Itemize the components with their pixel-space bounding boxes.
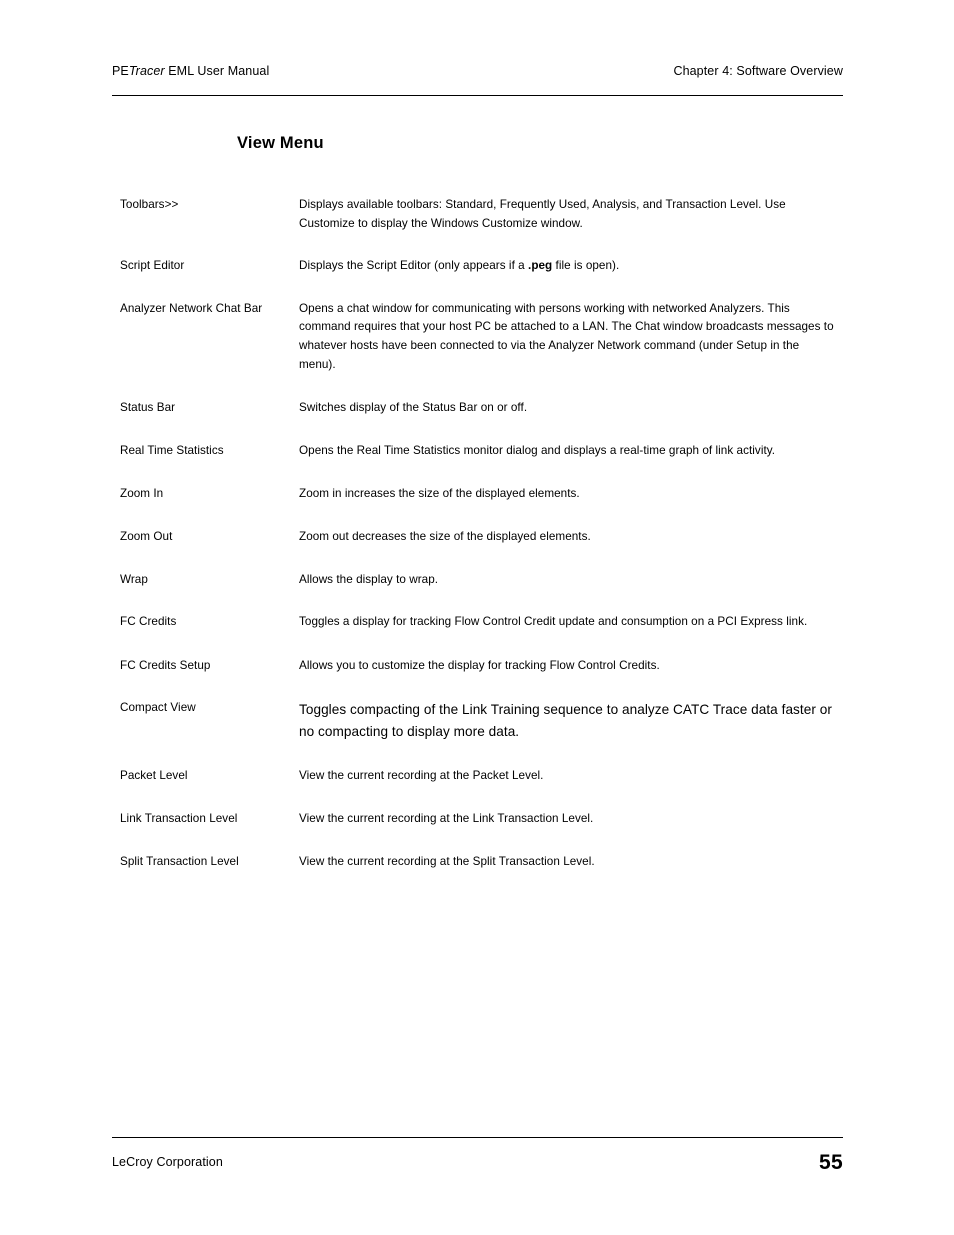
desc-text: Zoom out decreases the size of the displ… xyxy=(299,529,591,543)
menu-command-description: Toggles compacting of the Link Training … xyxy=(299,699,835,742)
menu-command-name: Analyzer Network Chat Bar xyxy=(120,301,263,315)
header-manual-title: PETracer EML User Manual xyxy=(112,63,269,79)
row-spacer xyxy=(120,632,835,657)
desc-text: Displays available toolbars: Standard, F… xyxy=(299,198,786,230)
menu-command-description: View the current recording at the Link T… xyxy=(299,810,835,829)
list-item: Script Editor Displays the Script Editor… xyxy=(120,257,835,276)
menu-command-name: Zoom In xyxy=(120,487,164,501)
row-spacer xyxy=(120,675,835,699)
menu-command-name: Link Transaction Level xyxy=(120,811,238,825)
row-spacer xyxy=(120,418,835,442)
list-item: Compact View Toggles compacting of the L… xyxy=(120,699,835,742)
menu-command-name: Zoom Out xyxy=(120,529,173,543)
row-spacer xyxy=(120,829,835,853)
menu-command-name: Compact View xyxy=(120,701,196,715)
menu-command-name: Real Time Statistics xyxy=(120,443,224,457)
menu-command-description: Zoom out decreases the size of the displ… xyxy=(299,528,835,547)
footer-company-name: LeCroy Corporation xyxy=(112,1155,223,1169)
row-spacer xyxy=(120,589,835,613)
menu-command-description: Allows the display to wrap. xyxy=(299,571,835,590)
row-spacer xyxy=(120,742,835,767)
menu-command-name: Wrap xyxy=(120,572,148,586)
row-spacer xyxy=(120,460,835,485)
desc-text: View the current recording at the Packet… xyxy=(299,769,544,783)
desc-emphasis: .peg xyxy=(528,259,553,273)
page-footer: LeCroy Corporation 55 xyxy=(112,1148,843,1174)
footer-divider xyxy=(112,1137,843,1138)
desc-text: Opens a chat window for communicating wi… xyxy=(299,301,834,371)
desc-text: View the current recording at the Link T… xyxy=(299,811,594,825)
menu-command-description: Allows you to customize the display for … xyxy=(299,657,835,676)
list-item: Analyzer Network Chat Bar Opens a chat w… xyxy=(120,300,835,374)
view-menu-command-list: Toolbars>> Displays available toolbars: … xyxy=(120,196,835,871)
row-spacer xyxy=(120,786,835,810)
desc-text: Switches display of the Status Bar on or… xyxy=(299,401,528,415)
header-chapter-title: Chapter 4: Software Overview xyxy=(673,64,843,78)
list-item: Status Bar Switches display of the Statu… xyxy=(120,399,835,418)
header-title-product: Tracer xyxy=(128,64,165,78)
list-item: Toolbars>> Displays available toolbars: … xyxy=(120,196,835,233)
list-item: FC Credits Toggles a display for trackin… xyxy=(120,613,835,632)
menu-command-name: Toolbars>> xyxy=(120,198,179,211)
row-spacer xyxy=(120,276,835,300)
row-spacer xyxy=(120,547,835,571)
desc-text: Toggles a display for tracking Flow Cont… xyxy=(299,615,808,629)
menu-command-description: Opens the Real Time Statistics monitor d… xyxy=(299,442,835,461)
desc-text: Toggles compacting of the Link Training … xyxy=(299,702,832,739)
list-item: Real Time Statistics Opens the Real Time… xyxy=(120,442,835,461)
menu-command-description: View the current recording at the Split … xyxy=(299,853,835,872)
header-divider xyxy=(112,95,843,96)
list-item: Link Transaction Level View the current … xyxy=(120,810,835,829)
desc-text-tail: file is open). xyxy=(552,259,620,273)
menu-command-name: FC Credits xyxy=(120,615,177,629)
menu-command-description: Switches display of the Status Bar on or… xyxy=(299,399,835,418)
list-item: Zoom Out Zoom out decreases the size of … xyxy=(120,528,835,547)
manual-page: PETracer EML User Manual Chapter 4: Soft… xyxy=(0,0,954,1235)
desc-text: Displays the Script Editor (only appears… xyxy=(299,259,529,273)
menu-command-name: FC Credits Setup xyxy=(120,658,211,672)
menu-command-name: Packet Level xyxy=(120,769,188,783)
list-item: Wrap Allows the display to wrap. xyxy=(120,571,835,590)
row-spacer xyxy=(120,233,835,257)
list-item: Packet Level View the current recording … xyxy=(120,767,835,786)
page-title: View Menu xyxy=(237,134,324,152)
menu-command-description: Displays available toolbars: Standard, F… xyxy=(299,196,835,233)
row-spacer xyxy=(120,374,835,399)
menu-command-name: Status Bar xyxy=(120,401,176,415)
list-item: FC Credits Setup Allows you to customize… xyxy=(120,657,835,676)
header-title-prefix: PE xyxy=(112,64,129,78)
row-spacer xyxy=(120,504,835,528)
list-item: Split Transaction Level View the current… xyxy=(120,853,835,872)
menu-command-description: Displays the Script Editor (only appears… xyxy=(299,257,835,276)
menu-command-description: Opens a chat window for communicating wi… xyxy=(299,300,835,374)
desc-text: Opens the Real Time Statistics monitor d… xyxy=(299,443,776,457)
menu-command-description: View the current recording at the Packet… xyxy=(299,767,835,786)
list-item: Zoom In Zoom in increases the size of th… xyxy=(120,485,835,504)
page-header: PETracer EML User Manual Chapter 4: Soft… xyxy=(112,63,843,79)
menu-command-name: Script Editor xyxy=(120,259,185,273)
menu-command-description: Zoom in increases the size of the displa… xyxy=(299,485,835,504)
header-title-suffix: EML User Manual xyxy=(164,64,270,78)
page-number: 55 xyxy=(819,1151,843,1174)
menu-command-name: Split Transaction Level xyxy=(120,854,239,868)
menu-command-description: Toggles a display for tracking Flow Cont… xyxy=(299,613,835,632)
desc-text: Allows the display to wrap. xyxy=(299,572,439,586)
desc-text: Zoom in increases the size of the displa… xyxy=(299,487,580,501)
desc-text: View the current recording at the Split … xyxy=(299,854,595,868)
desc-text: Allows you to customize the display for … xyxy=(299,658,660,672)
